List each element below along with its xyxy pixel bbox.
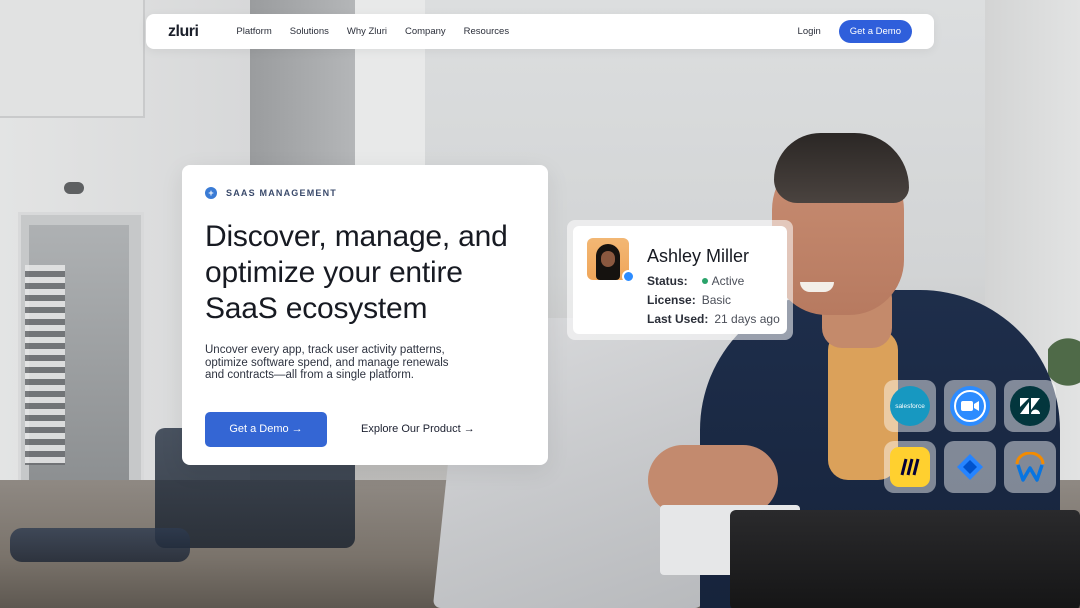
zoom-glyph [954,390,986,422]
hero-badge: + SAAS MANAGEMENT [205,187,526,199]
user-profile-card-body: Ashley Miller Status: Active License: Ba… [573,226,787,334]
zoom-badge-icon [622,270,635,283]
hero-cta-row: Get a Demo → Explore Our Product → [205,411,526,447]
license-row: License: Basic [647,293,731,307]
user-profile-card: Ashley Miller Status: Active License: Ba… [567,220,793,340]
status-label: Status: [647,274,688,288]
zendesk-tile [1004,380,1056,432]
zoom-icon [950,386,990,426]
nav-link-why-zluri[interactable]: Why Zluri [347,26,387,37]
active-dot-icon [701,278,708,285]
hero-get-demo-button[interactable]: Get a Demo → [205,411,327,447]
hero-headline-line: optimize your entire [205,256,463,289]
miro-tile [884,441,936,493]
license-label: License: [647,293,696,307]
hero-description: Uncover every app, track user activity p… [205,344,495,382]
jira-icon [950,447,990,487]
nav-link-solutions[interactable]: Solutions [290,26,329,37]
zluri-logo[interactable]: zluri [168,23,199,41]
nav-actions: Login Get a Demo [798,20,912,43]
nav-links: Platform Solutions Why Zluri Company Res… [236,26,509,37]
top-navbar: zluri Platform Solutions Why Zluri Compa… [146,14,934,49]
hero-description-line: and contracts—all from a single platform… [205,369,415,381]
person-hair [774,133,909,203]
security-camera [64,182,84,194]
hero-headline-line: Discover, manage, and [205,220,508,253]
status-row: Status: Active [647,274,744,288]
jira-tile [944,441,996,493]
last-used-value: 21 days ago [714,312,780,326]
miro-icon [890,447,930,487]
jira-glyph [957,454,983,480]
zendesk-glyph [1020,398,1040,414]
workday-icon [1010,447,1050,487]
user-name: Ashley Miller [647,246,750,266]
status-value: Active [694,274,745,288]
nav-get-demo-button[interactable]: Get a Demo [838,20,912,43]
nav-link-company[interactable]: Company [405,26,446,37]
explore-product-link[interactable]: Explore Our Product → [361,423,475,435]
wall-panel [0,0,145,118]
plus-circle-icon: + [205,187,217,199]
miro-glyph [900,458,920,476]
door [18,212,144,497]
avatar-face [601,251,615,267]
book [730,510,1080,608]
last-used-label: Last Used: [647,312,709,326]
license-value: Basic [701,293,732,307]
hero-description-line: optimize software spend, and manage rene… [205,356,449,369]
salesforce-icon: salesforce [890,386,930,426]
hero-badge-label: SAAS MANAGEMENT [226,188,338,198]
workday-tile [1004,441,1056,493]
radiator [25,265,65,465]
salesforce-tile: salesforce [884,380,936,432]
hero-card: + SAAS MANAGEMENT Discover, manage, and … [182,165,548,465]
hero-headline-line: SaaS ecosystem [205,292,428,325]
last-used-row: Last Used: 21 days ago [647,312,780,326]
status-text: Active [711,274,745,288]
hero-headline: Discover, manage, and optimize your enti… [205,219,526,327]
nav-link-resources[interactable]: Resources [464,26,509,37]
zoom-tile [944,380,996,432]
hero-description-line: Uncover every app, track user activity p… [205,344,445,356]
workday-glyph [1015,452,1045,482]
salesforce-label: salesforce [895,402,925,410]
zendesk-icon [1010,386,1050,426]
login-link[interactable]: Login [798,26,821,37]
eyeglasses [10,528,190,562]
nav-link-platform[interactable]: Platform [236,26,271,37]
person-smile [800,282,834,292]
